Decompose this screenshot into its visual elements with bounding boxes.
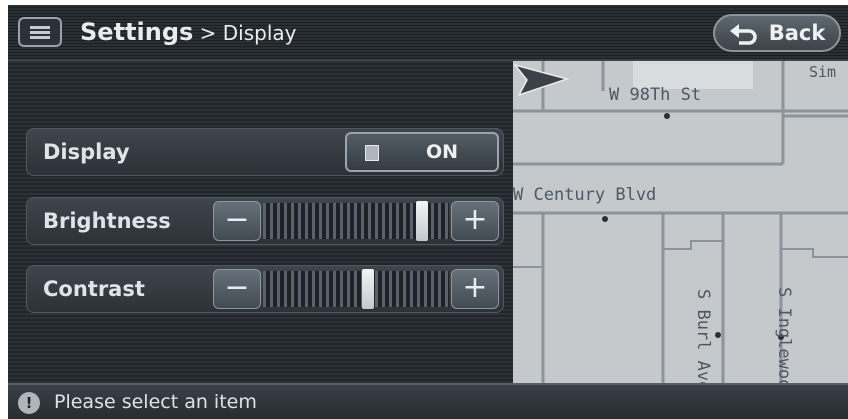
contrast-increase-button[interactable]: + — [451, 269, 499, 309]
display-label: Display — [43, 140, 130, 164]
street-label-98th: W 98Th St — [609, 85, 702, 105]
street-label-inglewood: S Inglewood — [774, 287, 794, 383]
status-message: Please select an item — [54, 391, 257, 413]
header-bar: Settings > Display Back — [8, 5, 848, 61]
brightness-row: Brightness − + — [26, 197, 504, 245]
back-arrow-icon — [729, 24, 757, 45]
title-main: Settings — [80, 18, 194, 46]
back-label: Back — [768, 21, 826, 45]
display-toggle-value: ON — [425, 141, 459, 163]
contrast-row: Contrast − + — [26, 265, 504, 313]
map-roads — [513, 61, 848, 383]
street-label-burl: S Burl Ave — [693, 289, 713, 383]
display-row: Display ON — [26, 128, 504, 176]
navigation-screen: Settings > Display Back Display ON Brigh… — [8, 5, 848, 419]
back-button[interactable]: Back — [713, 14, 841, 52]
brightness-slider[interactable] — [263, 201, 449, 241]
map-view[interactable]: W 98Th St W Century Blvd Sim S Burl Ave … — [513, 61, 848, 383]
info-icon: ! — [18, 392, 40, 414]
title-separator: > — [193, 21, 223, 45]
menu-list-icon[interactable] — [18, 17, 62, 47]
brightness-label: Brightness — [43, 209, 171, 233]
contrast-label: Contrast — [43, 277, 145, 301]
status-bar: ! Please select an item — [8, 383, 848, 419]
contrast-decrease-button[interactable]: − — [213, 269, 261, 309]
title-sub: Display — [222, 21, 297, 45]
contrast-slider[interactable] — [263, 269, 449, 309]
brightness-decrease-button[interactable]: − — [213, 201, 261, 241]
settings-panel: Display ON Brightness − + Contrast − + — [8, 61, 513, 383]
brightness-slider-thumb[interactable] — [416, 201, 428, 241]
contrast-slider-thumb[interactable] — [362, 269, 374, 309]
display-toggle-button[interactable]: ON — [345, 132, 499, 172]
street-label-century: W Century Blvd — [513, 185, 657, 205]
street-label-simi: Sim — [809, 63, 837, 81]
vehicle-arrow-icon — [513, 63, 569, 97]
brightness-increase-button[interactable]: + — [451, 201, 499, 241]
toggle-indicator-icon — [365, 145, 379, 161]
page-title: Settings > Display — [80, 14, 297, 50]
